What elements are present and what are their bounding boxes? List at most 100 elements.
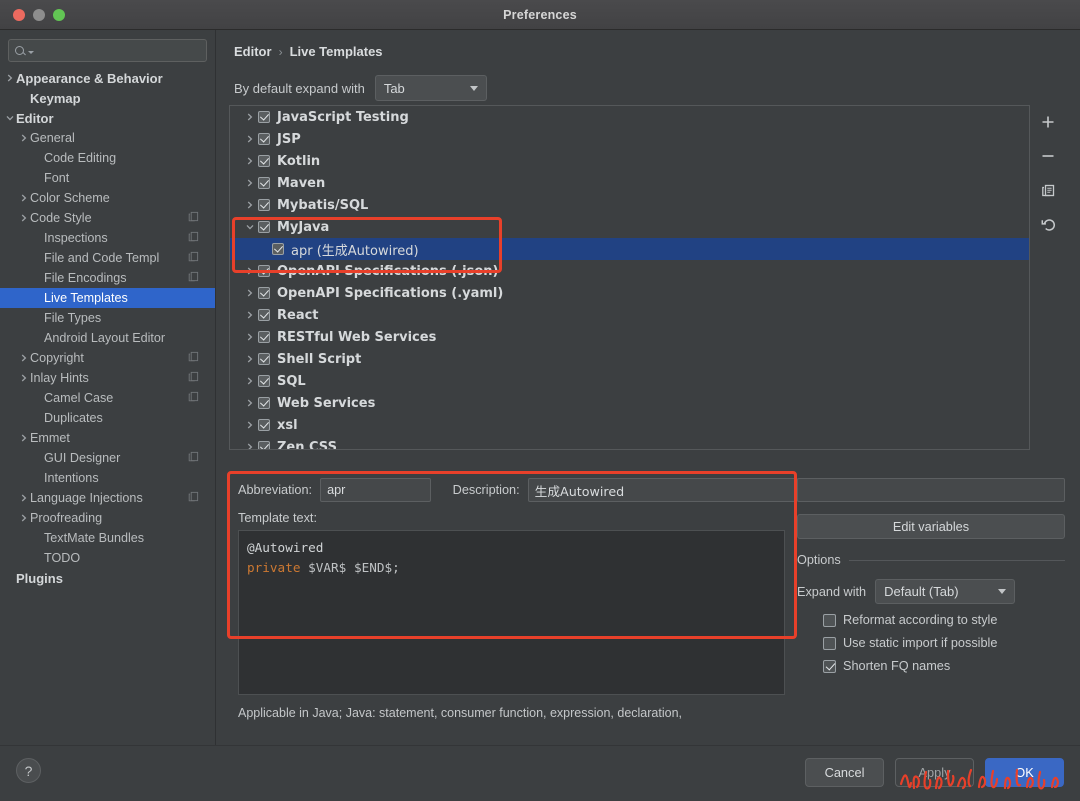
template-checkbox[interactable] (258, 155, 270, 167)
live-templates-list[interactable]: JavaScript Testing JSP Kotlin Maven Mybatis/… (229, 105, 1030, 450)
sidebar-item-keymap[interactable]: Keymap (0, 88, 215, 108)
sidebar-item-camel-case[interactable]: Camel Case (0, 388, 215, 408)
sidebar-item-color-scheme[interactable]: Color Scheme (0, 188, 215, 208)
sidebar-item-language-injections[interactable]: Language Injections (0, 488, 215, 508)
chevron-right-icon[interactable] (242, 399, 258, 407)
chevron-right-icon[interactable] (18, 134, 30, 142)
chevron-right-icon[interactable] (242, 135, 258, 143)
option-checkbox-row[interactable]: Use static import if possible (797, 636, 1065, 650)
option-checkbox-row[interactable]: Reformat according to style (797, 613, 1065, 627)
template-checkbox[interactable] (258, 111, 270, 123)
sidebar-item-general[interactable]: General (0, 128, 215, 148)
cancel-button[interactable]: Cancel (805, 758, 884, 787)
chevron-right-icon[interactable] (18, 194, 30, 202)
template-checkbox[interactable] (258, 331, 270, 343)
sidebar-item-font[interactable]: Font (0, 168, 215, 188)
template-checkbox[interactable] (258, 353, 270, 365)
chevron-right-icon[interactable] (18, 374, 30, 382)
sidebar-item-textmate-bundles[interactable]: TextMate Bundles (0, 528, 215, 548)
settings-sidebar[interactable]: Appearance & Behavior Keymap Editor General… (0, 30, 216, 745)
sidebar-item-inspections[interactable]: Inspections (0, 228, 215, 248)
sidebar-item-todo[interactable]: TODO (0, 548, 215, 568)
chevron-right-icon[interactable] (242, 333, 258, 341)
default-expand-select[interactable]: Tab (374, 75, 487, 101)
chevron-right-icon[interactable] (4, 74, 16, 82)
sidebar-item-intentions[interactable]: Intentions (0, 468, 215, 488)
help-button[interactable]: ? (16, 758, 41, 783)
template-checkbox[interactable] (258, 221, 270, 233)
sidebar-item-android-layout-editor[interactable]: Android Layout Editor (0, 328, 215, 348)
sidebar-item-emmet[interactable]: Emmet (0, 428, 215, 448)
template-text-editor[interactable]: @Autowired private $VAR$ $END$; (238, 530, 785, 695)
template-row[interactable]: JavaScript Testing (230, 106, 1029, 128)
template-checkbox[interactable] (258, 199, 270, 211)
template-checkbox[interactable] (272, 243, 284, 255)
template-checkbox[interactable] (258, 375, 270, 387)
sidebar-tree[interactable]: Appearance & Behavior Keymap Editor General… (0, 68, 215, 588)
breadcrumb-root[interactable]: Editor (234, 44, 272, 59)
add-icon[interactable] (1038, 112, 1058, 132)
checkbox[interactable] (823, 613, 836, 627)
sidebar-item-copyright[interactable]: Copyright (0, 348, 215, 368)
template-row[interactable]: apr (生成Autowired) (230, 238, 1029, 260)
template-row[interactable]: MyJava (230, 216, 1029, 238)
chevron-right-icon[interactable] (242, 377, 258, 385)
search-box[interactable] (8, 39, 207, 62)
remove-icon[interactable] (1038, 146, 1058, 166)
template-row[interactable]: JSP (230, 128, 1029, 150)
template-checkbox[interactable] (258, 309, 270, 321)
description-input[interactable]: 生成Autowired (527, 478, 798, 502)
template-checkbox[interactable] (258, 133, 270, 145)
template-checkbox[interactable] (258, 441, 270, 449)
variables-field[interactable] (797, 478, 1065, 502)
template-row[interactable]: Zen CSS (230, 436, 1029, 449)
duplicate-icon[interactable] (1038, 180, 1058, 200)
template-row[interactable]: SQL (230, 370, 1029, 392)
template-checkbox[interactable] (258, 177, 270, 189)
revert-icon[interactable] (1038, 214, 1058, 234)
chevron-right-icon[interactable] (242, 201, 258, 209)
chevron-right-icon[interactable] (242, 179, 258, 187)
sidebar-item-code-editing[interactable]: Code Editing (0, 148, 215, 168)
template-row[interactable]: RESTful Web Services (230, 326, 1029, 348)
template-checkbox[interactable] (258, 397, 270, 409)
template-checkbox[interactable] (258, 265, 270, 277)
template-row[interactable]: xsl (230, 414, 1029, 436)
sidebar-item-file-types[interactable]: File Types (0, 308, 215, 328)
sidebar-item-duplicates[interactable]: Duplicates (0, 408, 215, 428)
template-checkbox[interactable] (258, 419, 270, 431)
chevron-right-icon[interactable] (242, 311, 258, 319)
abbreviation-input[interactable]: apr (320, 478, 431, 502)
chevron-right-icon[interactable] (242, 157, 258, 165)
sidebar-item-file-encodings[interactable]: File Encodings (0, 268, 215, 288)
template-row[interactable]: Kotlin (230, 150, 1029, 172)
chevron-right-icon[interactable] (18, 514, 30, 522)
chevron-right-icon[interactable] (18, 354, 30, 362)
sidebar-item-file-and-code-templ[interactable]: File and Code Templ (0, 248, 215, 268)
template-row[interactable]: React (230, 304, 1029, 326)
template-row[interactable]: Web Services (230, 392, 1029, 414)
template-row[interactable]: Maven (230, 172, 1029, 194)
sidebar-item-appearance-behavior[interactable]: Appearance & Behavior (0, 68, 215, 88)
edit-variables-button[interactable]: Edit variables (797, 514, 1065, 539)
search-input[interactable] (39, 43, 189, 58)
chevron-down-icon[interactable] (4, 114, 16, 122)
chevron-right-icon[interactable] (242, 113, 258, 121)
template-row[interactable]: Shell Script (230, 348, 1029, 370)
template-row[interactable]: OpenAPI Specifications (.yaml) (230, 282, 1029, 304)
chevron-right-icon[interactable] (242, 443, 258, 449)
option-checkbox-row[interactable]: Shorten FQ names (797, 659, 1065, 673)
checkbox[interactable] (823, 659, 836, 673)
chevron-right-icon[interactable] (18, 494, 30, 502)
chevron-right-icon[interactable] (242, 289, 258, 297)
sidebar-item-code-style[interactable]: Code Style (0, 208, 215, 228)
sidebar-item-live-templates[interactable]: Live Templates (0, 288, 215, 308)
sidebar-item-proofreading[interactable]: Proofreading (0, 508, 215, 528)
expand-with-select[interactable]: Default (Tab) (875, 579, 1016, 604)
chevron-right-icon[interactable] (18, 214, 30, 222)
chevron-right-icon[interactable] (242, 355, 258, 363)
sidebar-item-gui-designer[interactable]: GUI Designer (0, 448, 215, 468)
sidebar-item-editor[interactable]: Editor (0, 108, 215, 128)
checkbox[interactable] (823, 636, 836, 650)
template-row[interactable]: Mybatis/SQL (230, 194, 1029, 216)
